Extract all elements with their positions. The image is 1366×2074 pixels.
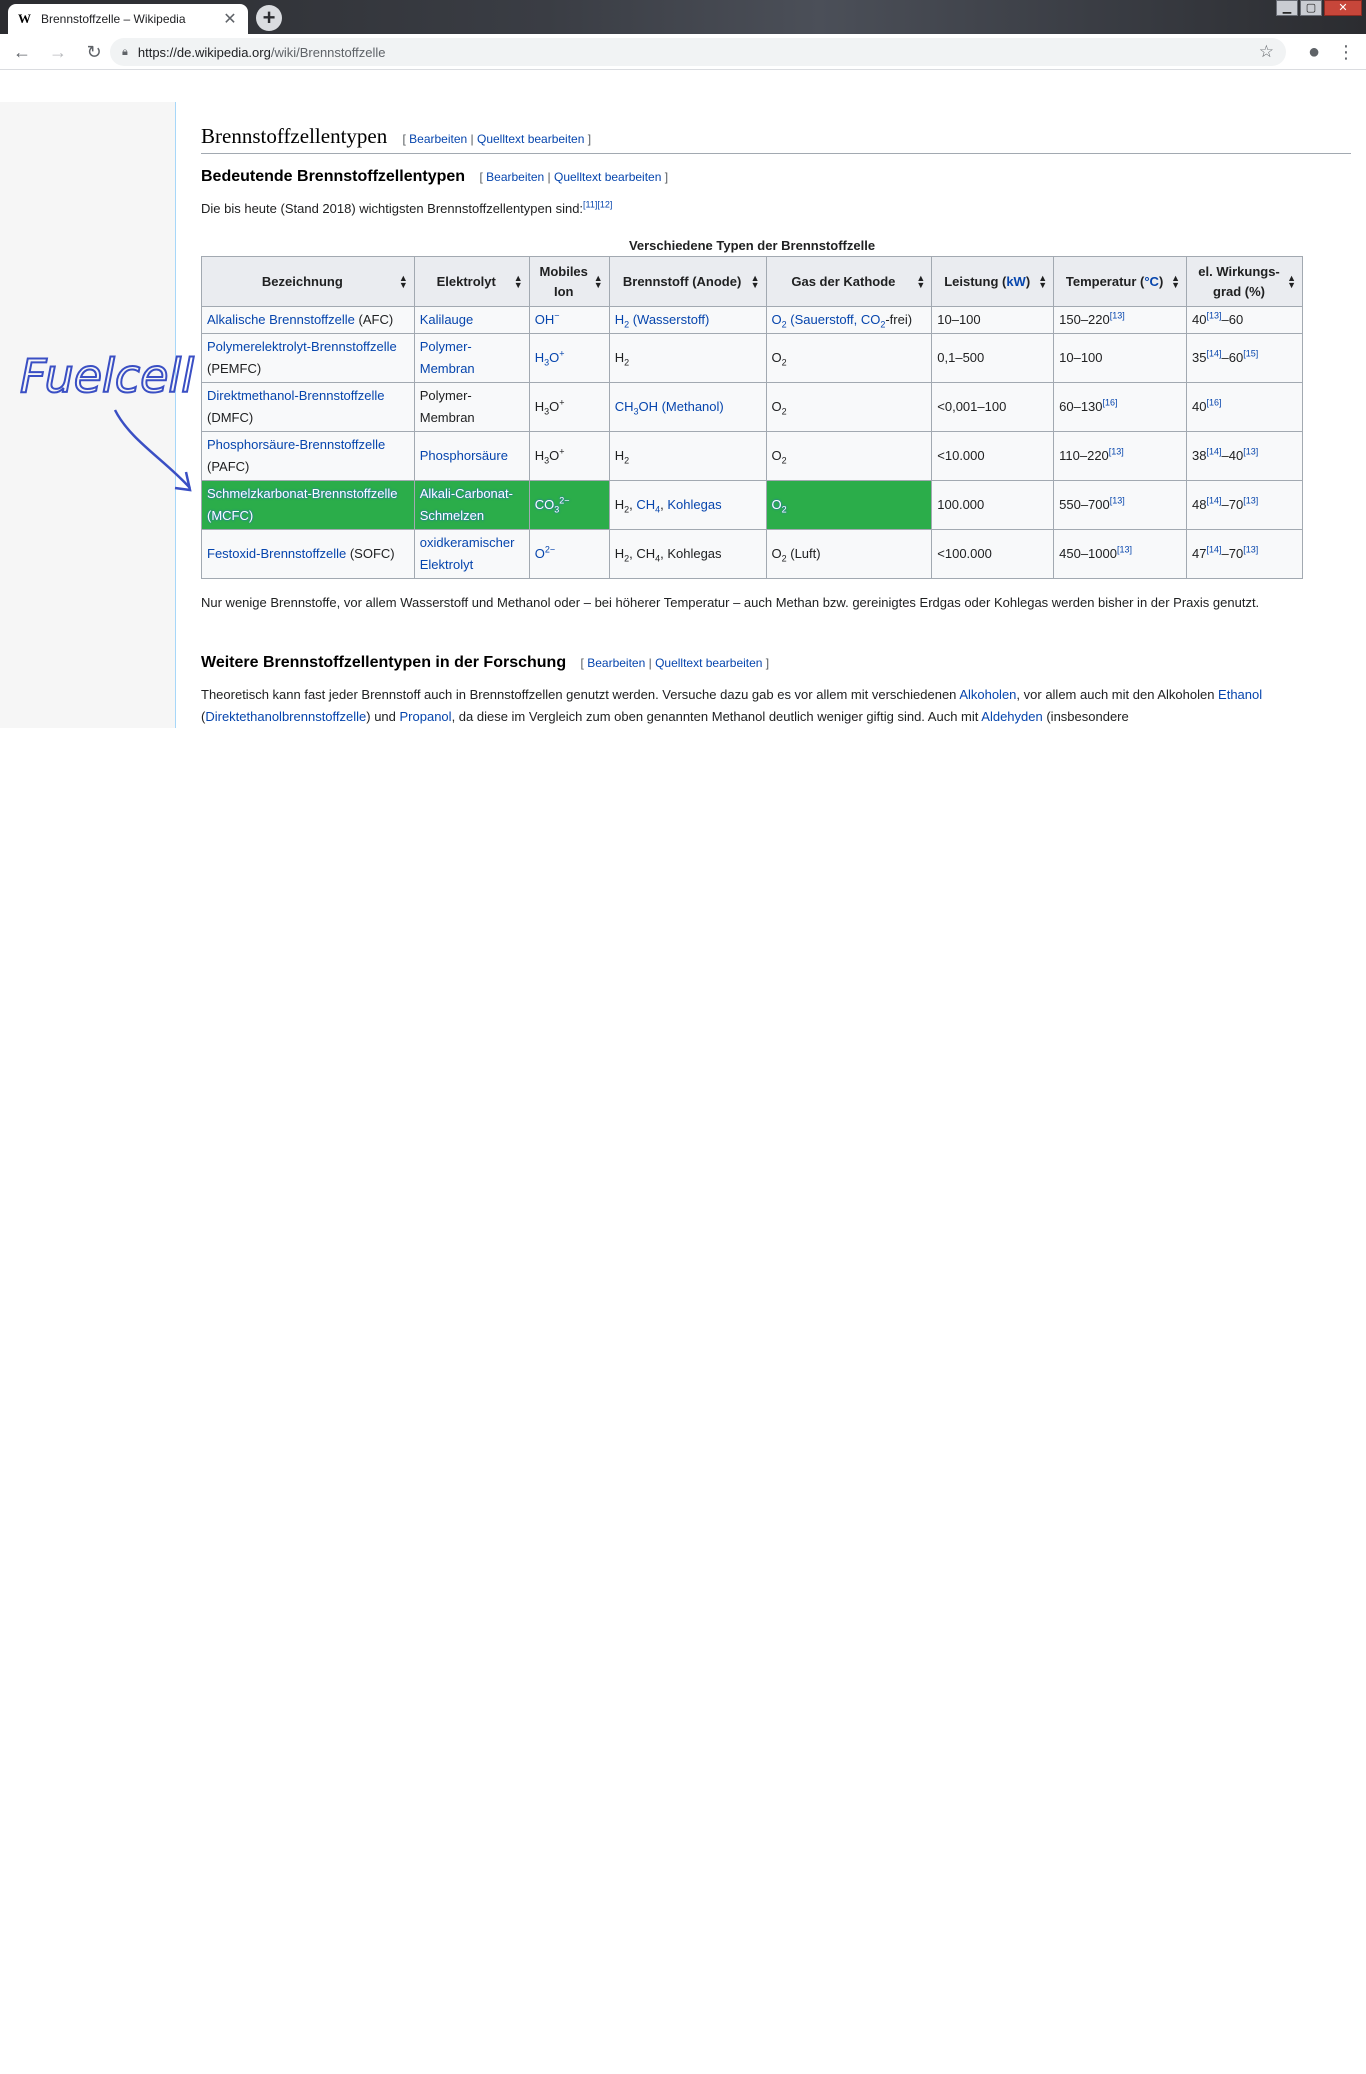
handwritten-annotation: Fuelcell	[19, 348, 195, 492]
sort-icon[interactable]: ▲ ▼	[1038, 273, 1047, 289]
active-tab[interactable]: W Brennstoffzelle – Wikipedia ✕	[8, 4, 248, 34]
section-heading: Brennstoffzellentypen [ Bearbeiten | Que…	[201, 124, 1351, 154]
table-caption: Verschiedene Typen der Brennstoffzelle	[628, 238, 876, 253]
browser-toolbar: ← → ↻ 🔒︎ https://de.wikipedia.org/wiki/B…	[0, 34, 1366, 70]
subsection-edit-links: [ Bearbeiten | Quelltext bearbeiten ]	[580, 656, 770, 670]
column-header[interactable]: Elektrolyt ▲ ▼	[413, 256, 530, 307]
annotation-text: Fuelcell	[20, 349, 194, 403]
subsection-title: Weitere Brennstoffzellentypen in der For…	[201, 654, 567, 671]
edit-source-link[interactable]: Quelltext bearbeiten	[655, 656, 762, 670]
reference-link[interactable]: [11][12]	[583, 200, 612, 210]
table-row: Phosphorsäure-Brennstoffzelle (PAFC) Pho…	[201, 431, 1303, 481]
table-row-highlighted: Schmelzkarbonat-Brennstoffzelle (MCFC) A…	[201, 480, 1303, 530]
edit-source-link[interactable]: Quelltext bearbeiten	[477, 132, 584, 146]
sort-icon[interactable]: ▲ ▼	[916, 273, 925, 289]
edit-link[interactable]: Bearbeiten	[587, 656, 645, 670]
tab-strip: W Brennstoffzelle – Wikipedia ✕ + ▁ ▢ ✕	[0, 0, 1366, 34]
maximize-icon[interactable]: ▢	[1300, 0, 1322, 16]
table-header-row: Bezeichnung ▲ ▼ Elektrolyt ▲ ▼ Mobiles Ion ▲ ▼…	[201, 256, 1303, 307]
section-edit-links: [ Bearbeiten | Quelltext bearbeiten ]	[402, 132, 592, 146]
back-arrow-icon[interactable]: ←	[8, 38, 36, 66]
sort-icon[interactable]: ▲ ▼	[399, 273, 408, 289]
column-header[interactable]: Brennstoff (Anode) ▲ ▼	[608, 256, 767, 307]
star-icon[interactable]: ☆	[1259, 42, 1274, 62]
sort-icon[interactable]: ▲ ▼	[594, 273, 603, 289]
minimize-icon[interactable]: ▁	[1276, 0, 1298, 16]
reload-icon[interactable]: ↻	[80, 38, 108, 66]
sort-icon[interactable]: ▲ ▼	[751, 273, 760, 289]
unit-link[interactable]: °C	[1144, 274, 1159, 289]
column-header[interactable]: el. Wirkungs-grad (%) ▲ ▼	[1186, 256, 1303, 307]
wikipedia-favicon-icon: W	[18, 11, 31, 26]
close-tab-icon[interactable]: ✕	[222, 9, 238, 29]
tab-title: Brennstoffzelle – Wikipedia	[41, 12, 186, 26]
column-header[interactable]: Bezeichnung ▲ ▼	[201, 256, 415, 307]
edit-source-link[interactable]: Quelltext bearbeiten	[554, 170, 661, 184]
sort-icon[interactable]: ▲ ▼	[1171, 273, 1180, 289]
table-row: Alkalische Brennstoffzelle (AFC) Kalilau…	[201, 306, 1303, 334]
edit-link[interactable]: Bearbeiten	[409, 132, 467, 146]
column-header[interactable]: Leistung (kW) ▲ ▼	[931, 256, 1055, 307]
url-host: https://de.wikipedia.org	[137, 44, 271, 60]
forward-arrow-icon[interactable]: →	[44, 38, 72, 66]
sort-icon[interactable]: ▲ ▼	[514, 273, 523, 289]
section-title: Brennstoffzellentypen	[201, 124, 388, 148]
address-bar[interactable]: 🔒︎ https://de.wikipedia.org/wiki/Brennst…	[110, 38, 1286, 66]
intro-paragraph: Die bis heute (Stand 2018) wichtigsten B…	[201, 199, 613, 216]
subsection-edit-links: [ Bearbeiten | Quelltext bearbeiten ]	[479, 170, 669, 184]
annotation-arrow-icon	[113, 409, 191, 489]
table-row: Polymerelektrolyt-Brennstoffzelle (PEMFC…	[201, 333, 1303, 383]
research-paragraph: Theoretisch kann fast jeder Brennstoff a…	[201, 687, 1263, 724]
column-header[interactable]: Temperatur (°C) ▲ ▼	[1053, 256, 1188, 307]
column-header[interactable]: Mobiles Ion ▲ ▼	[528, 256, 610, 307]
subsection-title: Bedeutende Brennstoffzellentypen	[201, 168, 466, 185]
window-controls: ▁ ▢ ✕	[1276, 0, 1362, 16]
column-header[interactable]: Gas der Kathode ▲ ▼	[765, 256, 933, 307]
fuel-cell-types-table: Verschiedene Typen der Brennstoffzelle B…	[201, 236, 1303, 579]
lock-icon[interactable]: 🔒︎	[122, 46, 128, 59]
unit-link[interactable]: kW	[1006, 274, 1026, 289]
menu-icon[interactable]: ⋮	[1336, 40, 1356, 64]
url-path: /wiki/Brennstoffzelle	[270, 44, 386, 60]
subsection-heading-research: Weitere Brennstoffzellentypen in der For…	[201, 654, 769, 672]
table-row: Direktmethanol-Brennstoffzelle (DMFC) Po…	[201, 382, 1303, 432]
article-content: Brennstoffzellentypen [ Bearbeiten | Que…	[176, 102, 1352, 728]
window-close-icon[interactable]: ✕	[1324, 0, 1362, 16]
sort-icon[interactable]: ▲ ▼	[1287, 273, 1296, 289]
new-tab-icon[interactable]: +	[256, 5, 282, 31]
edit-link[interactable]: Bearbeiten	[486, 170, 544, 184]
after-table-paragraph: Nur wenige Brennstoffe, vor allem Wasser…	[201, 595, 1260, 610]
subsection-heading-important: Bedeutende Brennstoffzellentypen [ Bearb…	[201, 168, 668, 186]
table-row: Festoxid-Brennstoffzelle (SOFC) oxidkera…	[201, 529, 1303, 579]
profile-icon[interactable]: ●	[1302, 40, 1326, 64]
